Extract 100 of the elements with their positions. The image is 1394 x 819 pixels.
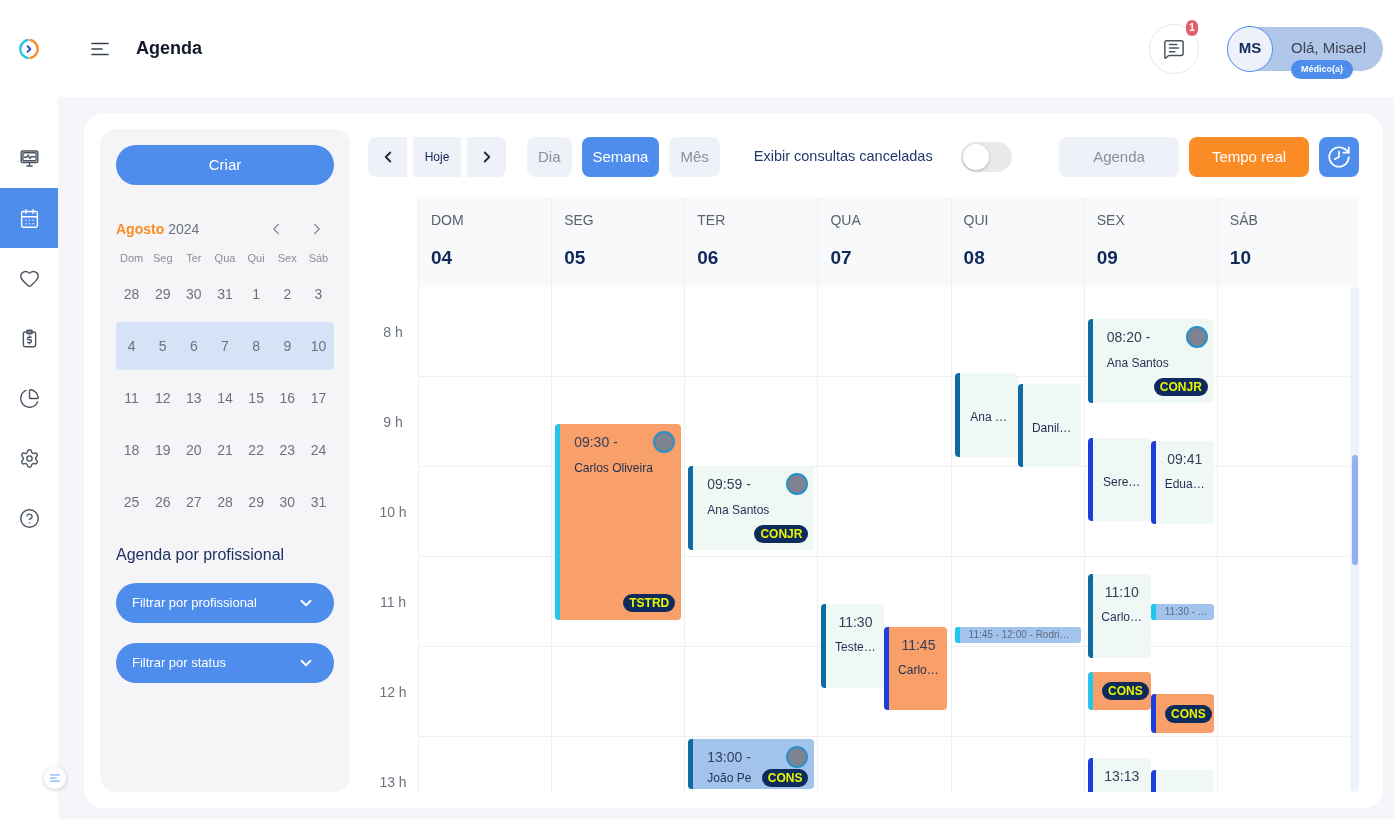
- calendar-day[interactable]: 11: [116, 374, 148, 422]
- month-name: Agosto: [116, 219, 165, 239]
- day-number: 09: [1096, 246, 1119, 270]
- appointment-card[interactable]: Sere…: [1087, 438, 1151, 521]
- user-greeting: Olá, Misael: [1291, 38, 1367, 59]
- calendar-day[interactable]: 3: [302, 270, 334, 318]
- mode-button[interactable]: Tempo real: [1189, 137, 1309, 177]
- calendar-day[interactable]: 20: [178, 426, 210, 474]
- weekday-heading: DOM: [431, 211, 465, 229]
- calendar-day[interactable]: 25: [116, 478, 148, 526]
- calendar-day[interactable]: 5: [147, 322, 179, 370]
- calendar-day[interactable]: 26: [147, 478, 179, 526]
- sidebar-item[interactable]: [0, 188, 58, 248]
- appointment-card[interactable]: 11:10 Carlo…: [1087, 574, 1151, 658]
- calendar-day[interactable]: 22: [240, 426, 272, 474]
- chat-icon: [1163, 37, 1185, 60]
- calendar-day[interactable]: 27: [178, 478, 210, 526]
- calendar-day[interactable]: 28: [209, 478, 241, 526]
- weekday-label: Sex: [276, 251, 298, 266]
- calendar-day[interactable]: 18: [116, 426, 148, 474]
- calendar-day[interactable]: 10: [302, 322, 334, 370]
- view-tab[interactable]: Mês: [669, 137, 720, 177]
- pie-chart-icon: [18, 387, 40, 409]
- procedure-tag: CONS: [761, 769, 809, 787]
- section-title: Agenda por profissional: [116, 545, 286, 565]
- scrollbar-track[interactable]: [1350, 287, 1359, 792]
- calendar-day[interactable]: 29: [147, 270, 179, 318]
- patient-name: Ana …: [970, 410, 1007, 424]
- appointment-label: 11:30 - …: [1163, 605, 1208, 619]
- calendar-day[interactable]: 7: [209, 322, 241, 370]
- user-avatar: MS: [1227, 25, 1273, 72]
- calendar-day[interactable]: 16: [271, 374, 303, 422]
- procedure-tag: CONJR: [754, 525, 809, 543]
- toggle-label: Exibir consultas canceladas: [753, 147, 933, 167]
- realtime-clock-button[interactable]: [1319, 137, 1359, 177]
- calendar-icon: [18, 207, 40, 229]
- appointment-time: 11:45: [901, 636, 936, 655]
- scrollbar-thumb[interactable]: [1352, 455, 1358, 565]
- calendar-day[interactable]: 4: [116, 322, 148, 370]
- page-title: Agenda: [136, 37, 202, 60]
- appointment-card[interactable]: 13:00 - João Pe CONS: [688, 739, 815, 789]
- appointment-card[interactable]: 09:59 - Ana Santos CONJR: [688, 466, 815, 550]
- weekday-heading: SEX: [1096, 211, 1126, 229]
- calendar-day[interactable]: 28: [116, 270, 148, 318]
- weekday-label: Qua: [213, 251, 237, 266]
- hour-label: 8 h: [383, 322, 403, 342]
- today-button[interactable]: Hoje: [413, 137, 461, 177]
- calendar-day[interactable]: 1: [240, 270, 272, 318]
- procedure-tag: TSTRD: [623, 594, 676, 612]
- appointment-card[interactable]: Ana …: [954, 373, 1018, 457]
- menu-icon: [91, 41, 109, 56]
- calendar-day[interactable]: 31: [302, 478, 334, 526]
- appointment-card[interactable]: 09:30 - Carlos Oliveira TSTRD: [555, 424, 682, 620]
- mode-button[interactable]: Agenda: [1059, 137, 1179, 177]
- calendar-day[interactable]: 2: [271, 270, 303, 318]
- appointment-card[interactable]: 09:41 Edua…: [1150, 441, 1214, 524]
- monitor-pulse-icon: [18, 147, 40, 169]
- calendar-day[interactable]: 17: [302, 374, 334, 422]
- patient-name: Ana Santos: [707, 503, 770, 517]
- appointment-time: 11:10: [1104, 583, 1139, 602]
- appointment-card[interactable]: 13:13: [1087, 758, 1151, 792]
- day-number: 04: [431, 246, 454, 270]
- next-week-button[interactable]: [467, 137, 506, 177]
- calendar-day[interactable]: 31: [209, 270, 241, 318]
- calendar-day[interactable]: 21: [209, 426, 241, 474]
- filter-dropdown[interactable]: Filtrar por status: [116, 643, 334, 683]
- previous-week-button[interactable]: [368, 137, 407, 177]
- appointment-card[interactable]: 11:45 Carlo…: [884, 627, 948, 710]
- calendar-day[interactable]: 30: [271, 478, 303, 526]
- day-number: 06: [697, 246, 720, 270]
- calendar-day[interactable]: 13: [178, 374, 210, 422]
- appointment-card[interactable]: CONS: [1087, 672, 1151, 710]
- appointment-time: 09:59 -: [707, 475, 751, 494]
- weekday-heading: TER: [697, 211, 727, 229]
- create-button[interactable]: Criar: [116, 145, 334, 185]
- view-tab[interactable]: Dia: [527, 137, 572, 177]
- calendar-day[interactable]: 23: [271, 426, 303, 474]
- appointment-card[interactable]: Danil…: [1017, 384, 1081, 467]
- calendar-day[interactable]: 14: [209, 374, 241, 422]
- toggle-switch[interactable]: [960, 142, 1012, 172]
- calendar-day[interactable]: 12: [147, 374, 179, 422]
- appointment-card[interactable]: 11:30 Teste…: [821, 604, 885, 688]
- day-number: 05: [564, 246, 587, 270]
- calendar-day[interactable]: 15: [240, 374, 272, 422]
- appointment-card[interactable]: CONS: [1150, 694, 1214, 733]
- calendar-day[interactable]: 30: [178, 270, 210, 318]
- filter-dropdown[interactable]: Filtrar por profissional: [116, 583, 334, 623]
- appointment-time: 13:00 -: [707, 748, 751, 767]
- calendar-day[interactable]: 9: [271, 322, 303, 370]
- calendar-day[interactable]: 6: [178, 322, 210, 370]
- calendar-day[interactable]: 19: [147, 426, 179, 474]
- appointment-card[interactable]: 08:20 - Ana Santos CONJR: [1087, 319, 1214, 403]
- messages-button[interactable]: 1: [1149, 23, 1199, 74]
- calendar-day[interactable]: 29: [240, 478, 272, 526]
- calendar-day[interactable]: 8: [240, 322, 272, 370]
- appointment-strip[interactable]: 11:30 - …: [1150, 604, 1214, 620]
- view-tab[interactable]: Semana: [581, 137, 660, 177]
- patient-name: Carlo…: [1101, 610, 1143, 624]
- calendar-day[interactable]: 24: [302, 426, 334, 474]
- appointment-strip[interactable]: 11:45 - 12:00 - Rodri…: [954, 627, 1081, 643]
